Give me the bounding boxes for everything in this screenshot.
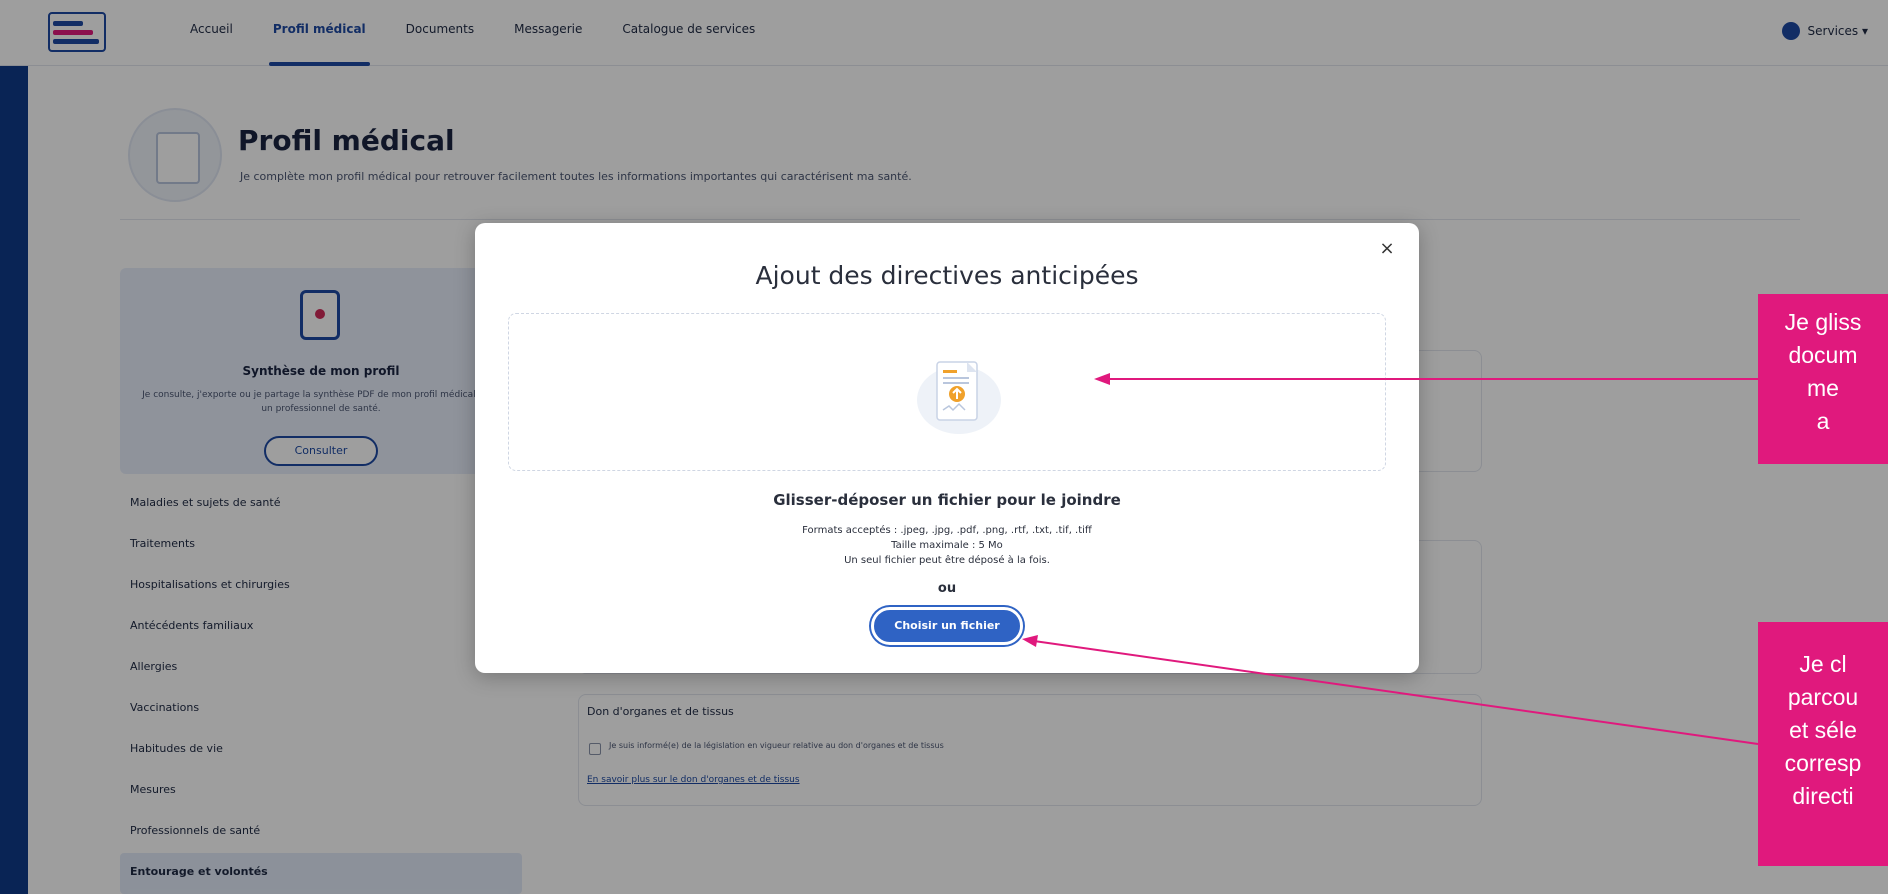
annotation-callout-browse: Je cl parcou et séle corresp directi bbox=[1758, 622, 1888, 866]
callout-line: Je cl bbox=[1799, 651, 1847, 677]
callout-line: Je gliss bbox=[1784, 309, 1862, 335]
callout-line: et séle bbox=[1789, 717, 1857, 743]
callout-line: directi bbox=[1792, 783, 1854, 809]
callout-line: parcou bbox=[1787, 684, 1859, 710]
annotation-callout-drag: Je gliss docum me a bbox=[1758, 294, 1888, 464]
callout-line: docum bbox=[1788, 342, 1858, 368]
annotation-arrows bbox=[1022, 373, 1759, 745]
callout-line: me bbox=[1807, 375, 1839, 401]
app-window: Accueil Profil médical Documents Message… bbox=[0, 0, 1888, 894]
callout-line: corresp bbox=[1784, 750, 1862, 776]
callout-line: a bbox=[1816, 408, 1830, 434]
